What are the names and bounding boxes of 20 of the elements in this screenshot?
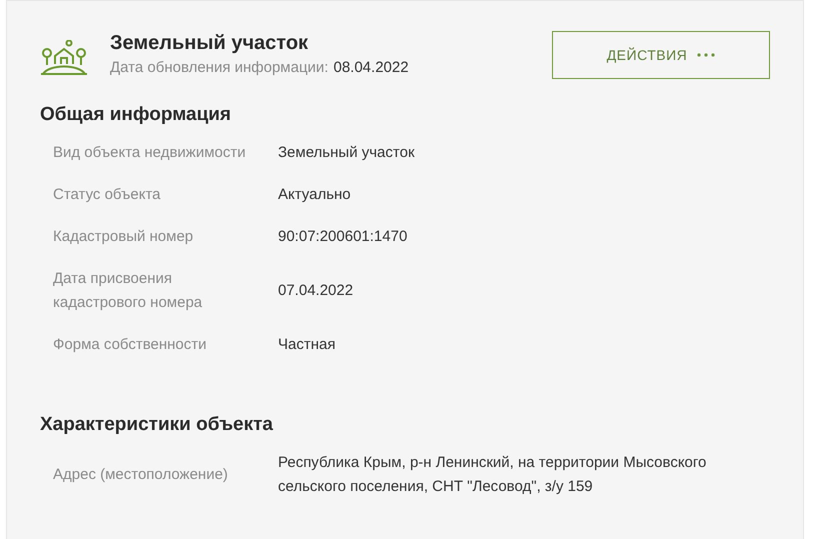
update-label: Дата обновления информации:: [110, 58, 328, 78]
field-value: 90:07:200601:1470: [278, 227, 408, 247]
page-title: Земельный участок: [110, 31, 310, 56]
field-value: Частная: [278, 335, 336, 355]
section-heading: Характеристики объекта: [40, 413, 274, 437]
section-heading: Общая информация: [40, 103, 232, 127]
field-label: Дата присвоения кадастрового номера: [53, 269, 204, 313]
actions-button[interactable]: ДЕЙСТВИЯ: [552, 31, 770, 79]
more-icon: [697, 53, 716, 57]
field-label: Кадастровый номер: [53, 227, 194, 247]
field-label: Вид объекта недвижимости: [53, 143, 247, 163]
field-value: Земельный участок: [278, 143, 416, 163]
field-value: 07.04.2022: [278, 281, 354, 301]
update-date: 08.04.2022: [333, 58, 409, 78]
field-label: Форма собственности: [53, 335, 208, 355]
field-label: Адрес (местоположение): [53, 465, 229, 485]
land-plot-icon: [40, 40, 88, 76]
field-value: Республика Крым, р-н Ленинский, на территории Мысовского сельского поселения, СНТ "Лесовод", з/у 159: [278, 453, 708, 497]
field-value: Актуально: [278, 185, 352, 205]
field-label: Статус объекта: [53, 185, 162, 205]
